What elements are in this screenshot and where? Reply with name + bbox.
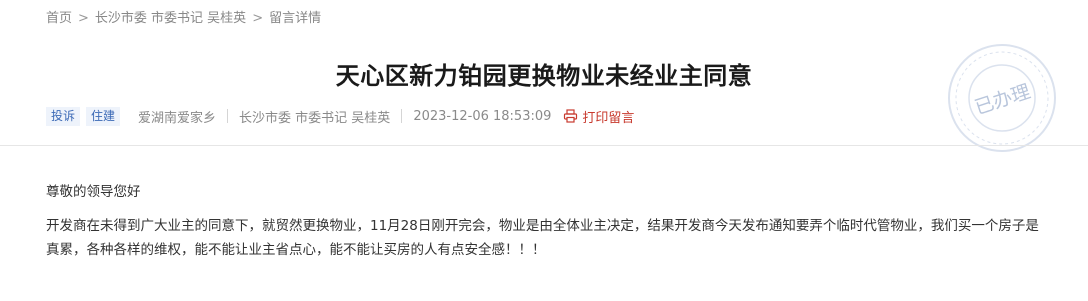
recipient-name: 长沙市委 市委书记 吴桂英	[239, 110, 391, 126]
stamp-text: 已办理	[972, 81, 1033, 120]
message-meta: 投诉 住建 爱湖南爱家乡 长沙市委 市委书记 吴桂英 2023-12-06 18…	[46, 106, 634, 126]
printer-icon	[564, 109, 578, 123]
section-divider	[0, 145, 1088, 146]
message-body: 开发商在未得到广大业主的同意下，就贸然更换物业，11月28日刚开完会，物业是由全…	[46, 218, 1039, 258]
print-label: 打印留言	[582, 110, 635, 126]
meta-divider	[401, 109, 403, 123]
print-message-button[interactable]: 打印留言	[563, 107, 634, 126]
breadcrumb-separator: >	[78, 11, 89, 26]
author-name: 爱湖南爱家乡	[138, 110, 217, 126]
meta-divider	[227, 109, 229, 123]
breadcrumb-recipient[interactable]: 长沙市委 市委书记 吴桂英	[95, 11, 246, 26]
post-datetime: 2023-12-06 18:53:09	[413, 108, 552, 124]
processed-stamp: 已办理	[948, 44, 1056, 152]
tag-complaint[interactable]: 投诉	[46, 106, 81, 126]
tag-housing[interactable]: 住建	[86, 106, 121, 126]
page-title: 天心区新力铂园更换物业未经业主同意	[335, 61, 753, 90]
breadcrumb: 首页 > 长沙市委 市委书记 吴桂英 > 留言详情	[46, 7, 321, 26]
breadcrumb-current: 留言详情	[269, 11, 322, 26]
breadcrumb-separator: >	[252, 11, 264, 26]
message-greeting: 尊敬的领导您好	[46, 184, 141, 200]
breadcrumb-home[interactable]: 首页	[46, 11, 72, 26]
